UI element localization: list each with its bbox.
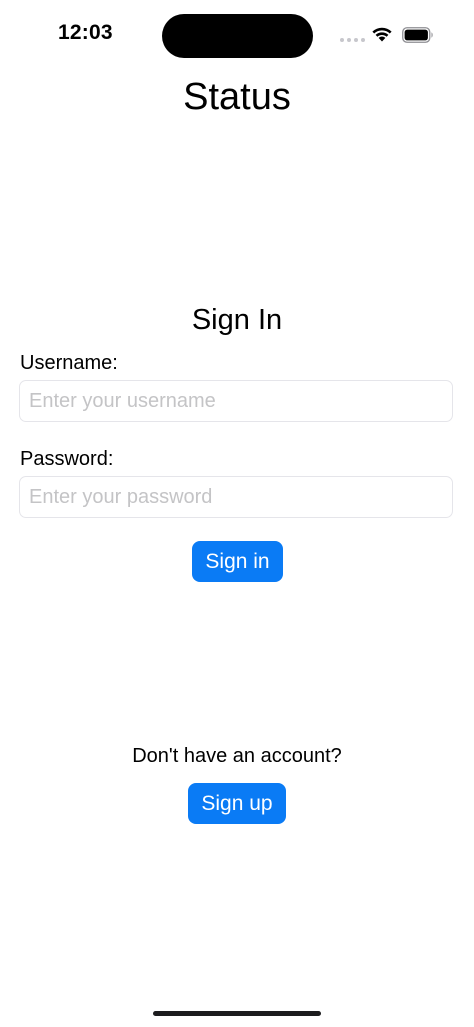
password-label: Password: <box>20 448 114 470</box>
home-indicator[interactable] <box>153 1011 321 1016</box>
dynamic-island <box>162 14 313 58</box>
password-input[interactable] <box>19 476 453 518</box>
status-bar: 12:03 <box>0 0 474 70</box>
sign-in-button[interactable]: Sign in <box>192 541 283 582</box>
username-input[interactable] <box>19 380 453 422</box>
battery-icon <box>402 27 433 43</box>
sign-up-button[interactable]: Sign up <box>188 783 286 824</box>
cellular-signal-icon <box>340 38 365 42</box>
username-label: Username: <box>20 352 118 374</box>
wifi-icon <box>372 27 392 42</box>
no-account-prompt: Don't have an account? <box>132 745 342 767</box>
status-time: 12:03 <box>58 21 113 44</box>
sign-in-heading: Sign In <box>191 304 283 336</box>
app-title: Status <box>183 76 291 118</box>
